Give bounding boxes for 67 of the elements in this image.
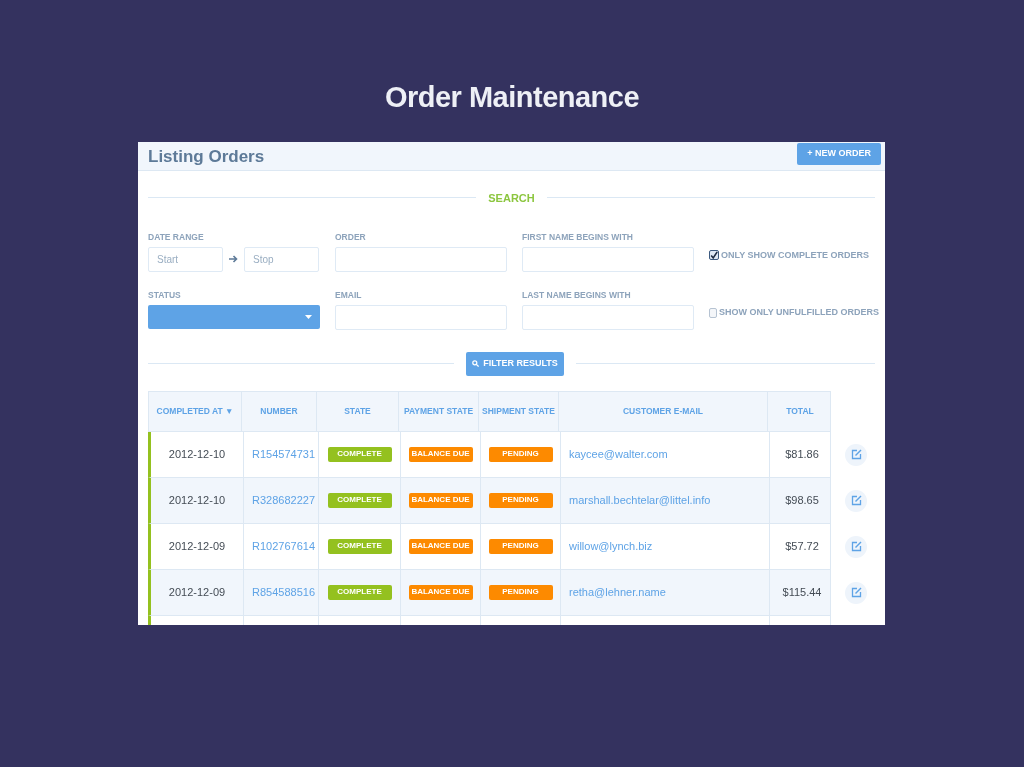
table-cell-text: $57.72 — [785, 538, 819, 554]
edit-button[interactable] — [845, 489, 867, 512]
email-link[interactable]: marshall.bechtelar@littel.info — [569, 491, 711, 509]
table-cell-text: 2012-12-09 — [168, 538, 226, 554]
table-cell-text: $98.65 — [785, 492, 819, 508]
status-badge: BALANCE DUE — [408, 584, 473, 600]
edit-button[interactable] — [845, 581, 867, 604]
checkbox[interactable] — [709, 250, 719, 261]
status-badge: COMPLETE — [327, 492, 392, 508]
checkbox-label: SHOW ONLY UNFULFILLED ORDERS — [719, 306, 879, 320]
arrow-icon — [229, 255, 238, 264]
new-order-button[interactable]: + NEW ORDER — [797, 143, 881, 165]
column-header[interactable]: NUMBER — [242, 391, 317, 431]
field-label: ORDER — [335, 231, 367, 244]
email-link[interactable]: kaycee@walter.com — [569, 445, 668, 463]
column-header[interactable]: COMPLETED AT ▼ — [149, 391, 242, 431]
status-badge: COMPLETE — [327, 584, 392, 600]
edit-button[interactable] — [845, 535, 867, 558]
field-label: DATE RANGE — [148, 231, 205, 244]
edit-icon — [850, 495, 862, 506]
status-badge: BALANCE DUE — [408, 538, 473, 554]
status-badge: COMPLETE — [327, 446, 392, 462]
column-header[interactable]: PAYMENT STATE — [399, 391, 479, 431]
column-header[interactable]: STATE — [317, 391, 399, 431]
field-label: EMAIL — [335, 288, 363, 302]
order-number-link[interactable]: R154574731 — [252, 445, 315, 463]
input-field[interactable] — [335, 304, 507, 330]
edit-icon — [850, 541, 862, 552]
field-label: LAST NAME BEGINS WITH — [522, 288, 632, 302]
status-badge: PENDING — [488, 538, 553, 554]
table-cell-text: $115.44 — [782, 584, 822, 600]
stop-date-field[interactable]: Stop — [244, 246, 319, 272]
start-date-field[interactable]: Start — [148, 246, 223, 272]
order-number-link[interactable]: R854588516 — [252, 583, 315, 601]
slide-title: Order Maintenance — [384, 80, 640, 115]
input-field[interactable] — [522, 246, 694, 272]
checkbox-label: ONLY SHOW COMPLETE ORDERS — [721, 248, 870, 262]
status-dropdown[interactable] — [148, 304, 320, 329]
search-icon — [472, 360, 480, 367]
input-field[interactable] — [335, 246, 507, 272]
edit-icon — [850, 587, 862, 598]
status-badge: PENDING — [488, 584, 553, 600]
status-badge: PENDING — [488, 446, 553, 462]
status-badge: BALANCE DUE — [408, 446, 473, 462]
email-link[interactable]: willow@lynch.biz — [569, 537, 653, 555]
order-number-link[interactable]: R102767614 — [252, 537, 315, 555]
page-heading: Listing Orders — [148, 146, 265, 168]
status-badge: PENDING — [488, 492, 553, 508]
status-badge: COMPLETE — [327, 538, 392, 554]
filter-results-button[interactable]: FILTER RESULTS — [466, 351, 564, 376]
column-header[interactable]: CUSTOMER E-MAIL — [559, 391, 768, 431]
table-cell-text: $81.86 — [785, 446, 819, 462]
field-label: STATUS — [148, 288, 182, 302]
edit-button[interactable] — [845, 443, 867, 466]
status-badge: BALANCE DUE — [408, 492, 473, 508]
order-number-link[interactable]: R328682227 — [252, 491, 315, 509]
column-header[interactable]: TOTAL — [768, 391, 832, 431]
table-cell-text: 2012-12-09 — [168, 584, 226, 600]
caret-icon — [305, 314, 312, 319]
edit-icon — [850, 449, 862, 460]
field-label: FIRST NAME BEGINS WITH — [522, 231, 634, 244]
table-cell-text: 2012-12-10 — [168, 492, 226, 508]
email-link[interactable]: retha@lehner.name — [569, 583, 666, 601]
search-heading: SEARCH — [488, 190, 535, 206]
input-field[interactable] — [522, 304, 694, 330]
table-cell-text: 2012-12-10 — [168, 446, 226, 462]
column-header[interactable]: SHIPMENT STATE — [479, 391, 559, 431]
